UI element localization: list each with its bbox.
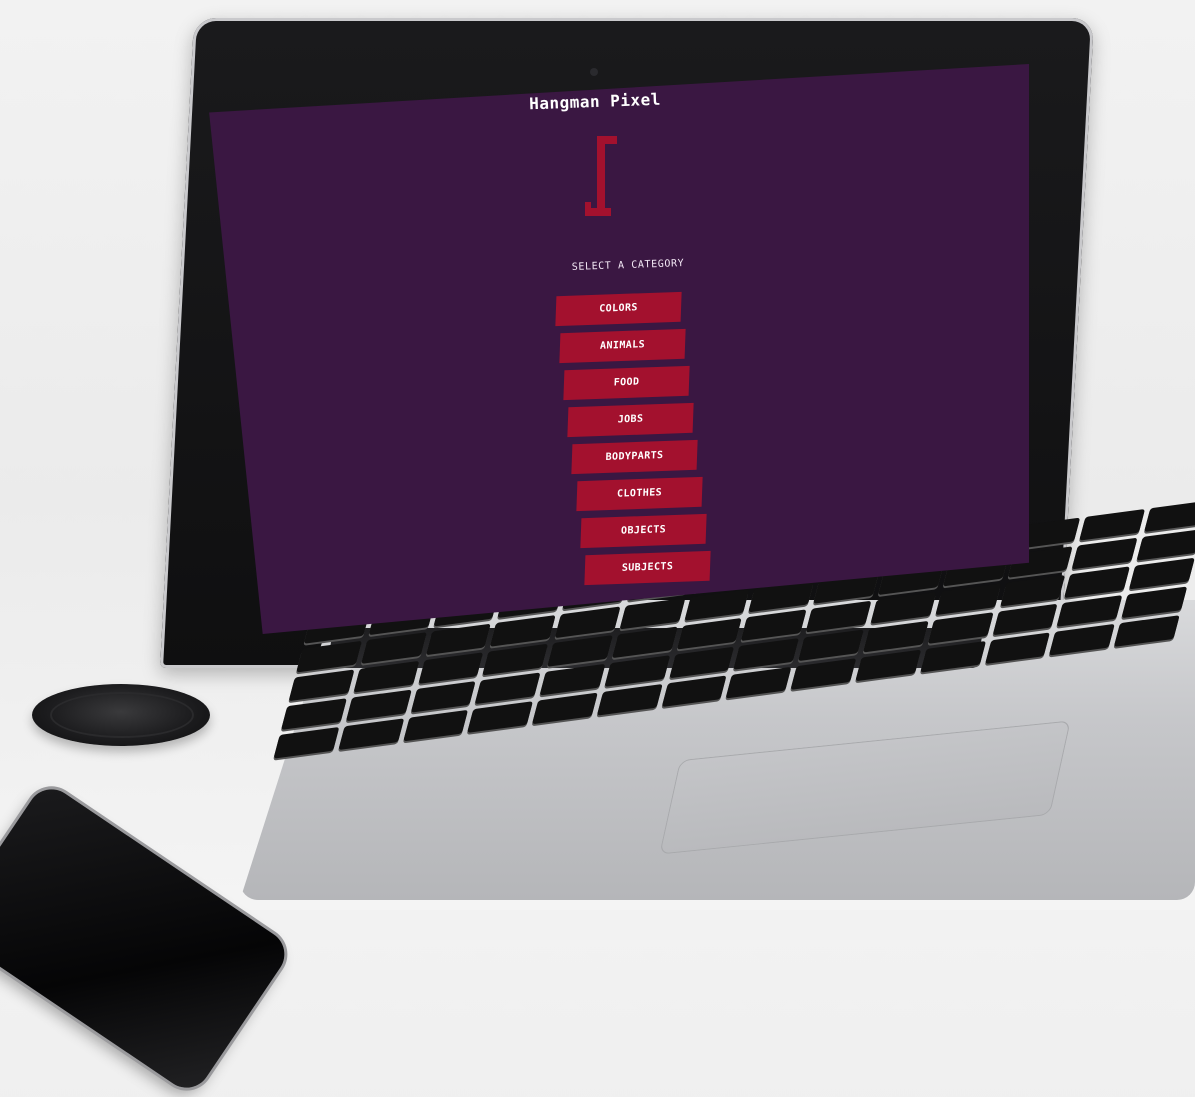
keyboard-key (935, 583, 1001, 616)
gallows-icon (585, 136, 617, 216)
keyboard-key (1056, 595, 1123, 627)
keyboard-key (798, 629, 864, 662)
gallows-foot (585, 202, 591, 212)
lens-cap-ring (50, 692, 194, 738)
category-button-clothes[interactable]: CLOTHES (576, 476, 703, 512)
keyboard-key (1079, 508, 1146, 541)
keyboard-key (1064, 566, 1131, 599)
category-button-colors[interactable]: COLORS (555, 291, 682, 327)
keyboard-key (661, 675, 728, 708)
keyboard-key (296, 640, 362, 673)
keyboard-key (1049, 623, 1116, 656)
keyboard-key (992, 603, 1058, 636)
keyboard-key (338, 718, 404, 751)
keyboard-key (273, 726, 340, 759)
keyboard-key (360, 632, 427, 664)
keyboard-key (805, 600, 872, 633)
keyboard-key (733, 638, 800, 670)
keyboard-key (855, 649, 922, 682)
keyboard-key (417, 652, 484, 685)
keyboard-key (1129, 557, 1195, 590)
keyboard-key (1072, 537, 1138, 570)
smartphone (0, 780, 294, 1097)
keyboard-key (467, 701, 534, 733)
keyboard-key (790, 658, 857, 690)
category-button-food[interactable]: FOOD (563, 365, 690, 401)
keyboard-key (482, 643, 549, 676)
keyboard-key (554, 606, 621, 639)
keyboard-key (425, 623, 492, 656)
keyboard-key (862, 620, 929, 653)
keyboard-key (532, 692, 598, 725)
keyboard-key (999, 574, 1066, 607)
keyboard-key (870, 592, 937, 624)
keyboard-key (539, 663, 606, 696)
category-button-animals[interactable]: ANIMALS (559, 328, 686, 364)
keyboard-key (410, 681, 477, 713)
keyboard-key (1114, 615, 1180, 647)
keyboard-key (726, 666, 792, 699)
category-button-jobs[interactable]: JOBS (567, 402, 694, 438)
keyboard-key (288, 669, 355, 702)
keyboard-key (611, 626, 678, 659)
keyboard-key (596, 683, 663, 716)
category-button-bodyparts[interactable]: BODYPARTS (571, 439, 698, 475)
keyboard-key (490, 615, 556, 647)
keyboard-key (1144, 500, 1195, 532)
keyboard-key (668, 646, 735, 679)
keyboard-key (927, 612, 994, 644)
gallows-post (597, 136, 605, 212)
keyboard-key (619, 597, 686, 630)
keyboard-key (676, 617, 743, 650)
keyboard-key (1121, 586, 1188, 619)
keyboard-key (604, 655, 671, 687)
keyboard-key (474, 672, 541, 705)
keyboard-key (741, 609, 807, 642)
category-button-objects[interactable]: OBJECTS (580, 513, 707, 549)
keyboard-key (402, 709, 469, 742)
keyboard-key (345, 689, 412, 722)
keyboard-key (1136, 529, 1195, 561)
keyboard-key (984, 632, 1051, 665)
keyboard-key (684, 589, 750, 621)
keyboard-key (353, 660, 419, 693)
webcam-icon (590, 68, 598, 76)
keyboard-key (281, 698, 347, 730)
category-button-subjects[interactable]: SUBJECTS (584, 550, 711, 586)
camera-lens-cap (32, 684, 210, 746)
keyboard-key (547, 635, 613, 667)
keyboard-key (920, 640, 986, 673)
